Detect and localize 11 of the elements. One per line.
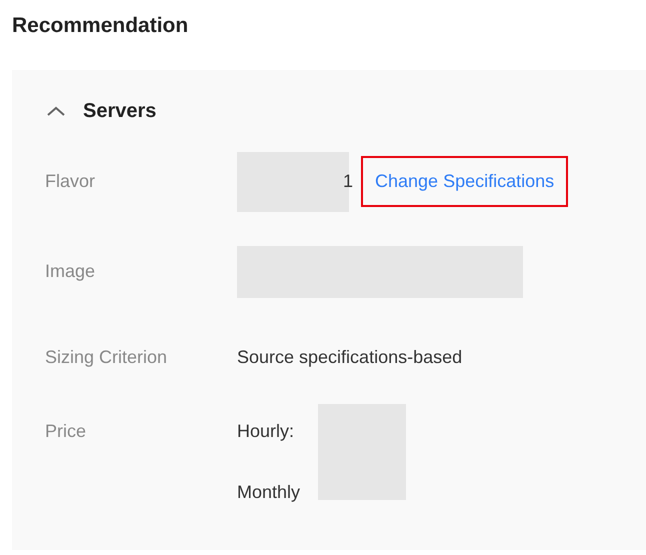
value-text: Source specifications-based	[237, 346, 462, 369]
field-label: Image	[45, 260, 96, 283]
field-label: Sizing Criterion	[45, 346, 168, 369]
change-specifications-link[interactable]: Change Specifications	[361, 156, 568, 207]
page-title: Recommendation	[11, 13, 190, 39]
price-label: Monthly	[237, 480, 300, 504]
field-label: Price	[45, 420, 88, 442]
field-label: Flavor	[45, 170, 96, 193]
value-text: 1	[343, 170, 354, 193]
section-title: Servers	[83, 98, 156, 124]
price-label: Hourly:	[237, 420, 296, 443]
